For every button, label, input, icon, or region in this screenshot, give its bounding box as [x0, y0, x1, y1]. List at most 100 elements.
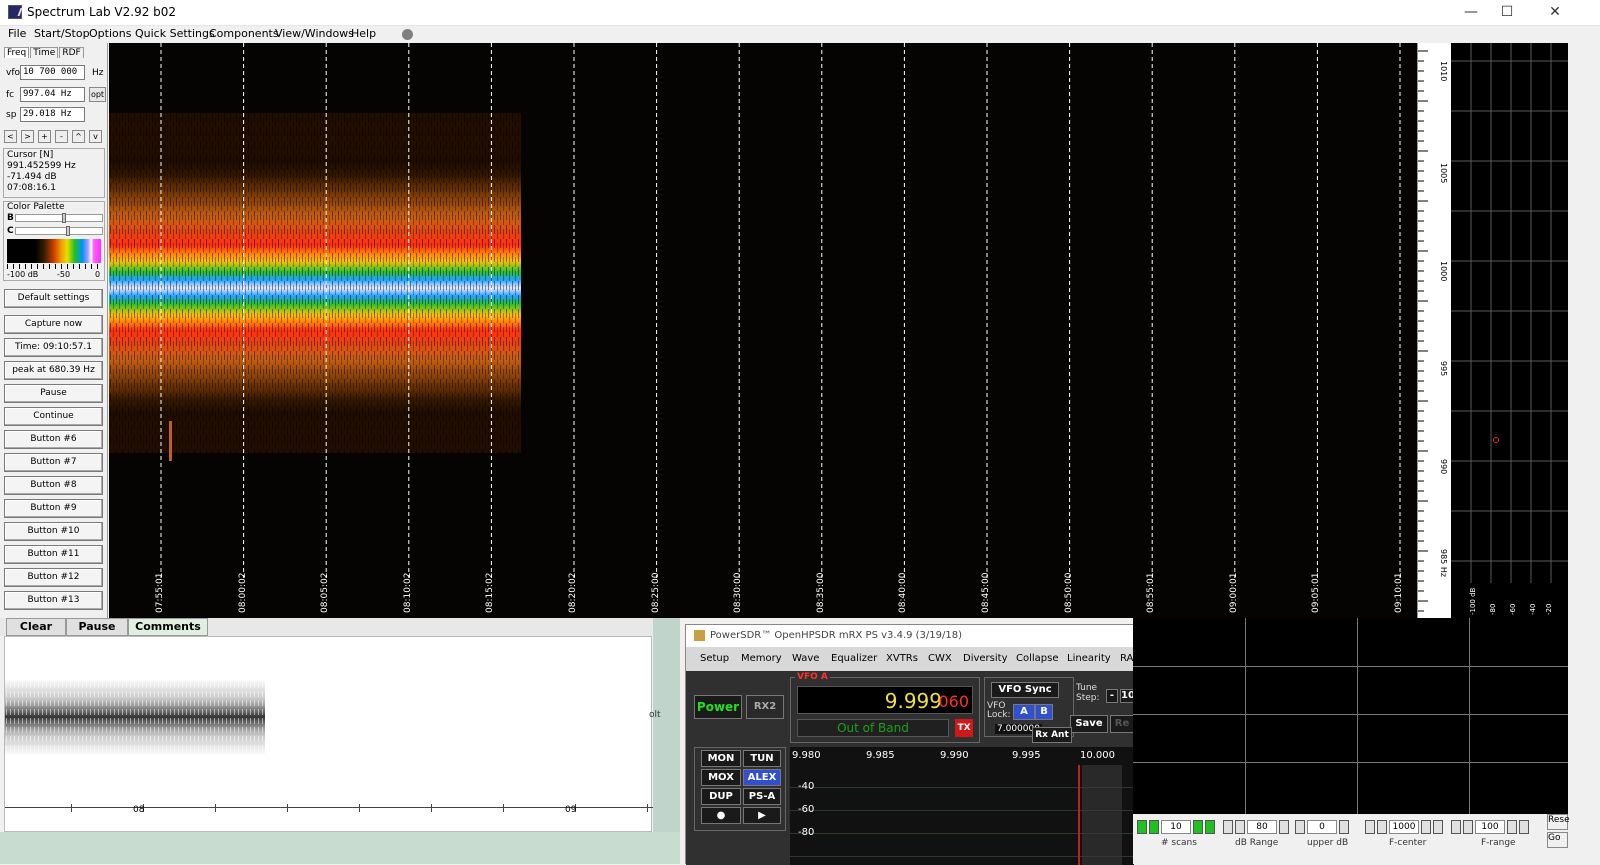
button-11[interactable]: Button #11: [4, 545, 103, 564]
shift-right-button[interactable]: >: [21, 130, 34, 143]
fcenter-next-button[interactable]: [1421, 820, 1431, 834]
comments-tab[interactable]: Comments: [128, 618, 208, 636]
shift-left-button[interactable]: <: [4, 130, 17, 143]
dup-button[interactable]: DUP: [701, 788, 741, 805]
mon-button[interactable]: MON: [701, 750, 741, 767]
button-8[interactable]: Button #8: [4, 476, 103, 495]
frange-last-button[interactable]: [1519, 820, 1529, 834]
psdr-menu-equalizer[interactable]: Equalizer: [831, 653, 877, 664]
upperdb-next-button[interactable]: [1339, 820, 1349, 834]
sp-input[interactable]: 29.018 Hz: [20, 107, 85, 122]
tab-rdf[interactable]: RDF: [59, 47, 84, 58]
alex-button[interactable]: ALEX: [743, 769, 781, 786]
fcenter-first-button[interactable]: [1365, 820, 1375, 834]
default-settings-button[interactable]: Default settings: [4, 289, 103, 308]
menu-options[interactable]: Options: [89, 27, 131, 40]
continue-button[interactable]: Continue: [4, 407, 103, 426]
vfo-a-lock-button[interactable]: A: [1013, 704, 1035, 720]
vfo-sync-button[interactable]: VFO Sync: [991, 682, 1059, 698]
zoom-in-button[interactable]: +: [38, 130, 51, 143]
tun-button[interactable]: TUN: [743, 750, 781, 767]
fc-opt-button[interactable]: opt: [89, 87, 106, 102]
psdr-menu-xvtrs[interactable]: XVTRs: [886, 653, 918, 664]
menu-help[interactable]: Help: [351, 27, 376, 40]
record-button[interactable]: ●: [701, 807, 741, 824]
fcenter-last-button[interactable]: [1433, 820, 1443, 834]
tx-button[interactable]: TX: [955, 719, 973, 737]
menu-components[interactable]: Components: [209, 27, 279, 40]
maximize-button[interactable]: ☐: [1484, 0, 1530, 26]
psdr-menu-setup[interactable]: Setup: [700, 653, 729, 664]
tab-freq[interactable]: Freq: [4, 47, 30, 58]
ps-a-button[interactable]: PS-A: [743, 788, 781, 805]
psdr-menu-linearity[interactable]: Linearity: [1067, 653, 1111, 664]
dbrange-input[interactable]: 80: [1247, 820, 1277, 834]
dbrange-prev-button[interactable]: [1235, 820, 1245, 834]
save-button[interactable]: Save: [1070, 715, 1108, 733]
brightness-thumb[interactable]: [62, 213, 66, 223]
dbrange-next-button[interactable]: [1279, 820, 1289, 834]
power-button[interactable]: Power: [694, 695, 742, 719]
scans-prev-button[interactable]: [1149, 820, 1159, 834]
contrast-slider[interactable]: C: [7, 226, 103, 236]
button-9[interactable]: Button #9: [4, 499, 103, 518]
frange-input[interactable]: 100: [1475, 820, 1505, 834]
mox-button[interactable]: MOX: [701, 769, 741, 786]
powersdr-spectrum[interactable]: 9.980 9.985 9.990 9.995 10.000 -40 -60 -…: [790, 747, 1134, 865]
button-7[interactable]: Button #7: [4, 453, 103, 472]
time-button[interactable]: Time: 09:10:57.1: [4, 338, 103, 357]
button-13[interactable]: Button #13: [4, 591, 103, 610]
rx2-button[interactable]: RX2: [746, 695, 784, 719]
powersdr-window[interactable]: PowerSDR™ OpenHPSDR mRX PS v3.4.9 (3/19/…: [685, 624, 1135, 865]
scans-next-button[interactable]: [1193, 820, 1203, 834]
dbrange-first-button[interactable]: [1223, 820, 1233, 834]
pause-tab-button[interactable]: Pause: [66, 618, 128, 636]
psdr-menu-diversity[interactable]: Diversity: [963, 653, 1008, 664]
zoom-out-button[interactable]: -: [55, 130, 68, 143]
tab-time[interactable]: Time: [30, 47, 59, 58]
brightness-track[interactable]: [15, 213, 103, 223]
peak-button[interactable]: peak at 680.39 Hz: [4, 361, 103, 380]
vfo-input[interactable]: 10 700 000: [20, 65, 85, 80]
reset-button[interactable]: Rese: [1547, 814, 1570, 830]
fcenter-input[interactable]: 1000: [1389, 820, 1419, 834]
upperdb-prev-button[interactable]: [1295, 820, 1305, 834]
psdr-menu-collapse[interactable]: Collapse: [1016, 653, 1059, 664]
play-button[interactable]: ▶: [743, 807, 781, 824]
up-button[interactable]: ^: [72, 130, 85, 143]
pause-button[interactable]: Pause: [4, 384, 103, 403]
psdr-menu-ra[interactable]: RA: [1120, 653, 1133, 664]
frange-first-button[interactable]: [1451, 820, 1461, 834]
re-button[interactable]: Re: [1110, 715, 1134, 733]
menu-view-windows[interactable]: View/Windows: [275, 27, 354, 40]
brightness-slider[interactable]: B: [7, 213, 103, 223]
fc-input[interactable]: 997.04 Hz: [20, 87, 85, 102]
amplitude-plot[interactable]: 08 09: [4, 636, 653, 832]
frange-next-button[interactable]: [1507, 820, 1517, 834]
psdr-menu-wave[interactable]: Wave: [792, 653, 819, 664]
scans-first-button[interactable]: [1137, 820, 1147, 834]
psdr-menu-cwx[interactable]: CWX: [928, 653, 952, 664]
button-12[interactable]: Button #12: [4, 568, 103, 587]
psdr-menu-memory[interactable]: Memory: [741, 653, 782, 664]
spectrogram-waterfall[interactable]: 07:55:01 08:00:02 08:05:02 08:10:02 08:15:02…: [109, 43, 1417, 618]
scans-last-button[interactable]: [1205, 820, 1215, 834]
menu-start-stop[interactable]: Start/Stop: [34, 27, 90, 40]
contrast-thumb[interactable]: [66, 226, 70, 236]
clear-button[interactable]: Clear: [6, 618, 66, 636]
contrast-track[interactable]: [15, 226, 103, 236]
close-button[interactable]: ✕: [1532, 0, 1578, 26]
vfo-a-frequency[interactable]: 9.999 060: [797, 686, 973, 714]
go-button[interactable]: Go: [1547, 832, 1568, 848]
menu-quick-settings[interactable]: Quick Settings: [135, 27, 215, 40]
scans-input[interactable]: 10: [1161, 820, 1191, 834]
upperdb-input[interactable]: 0: [1307, 820, 1337, 834]
button-10[interactable]: Button #10: [4, 522, 103, 541]
tune-step-minus[interactable]: -: [1106, 689, 1118, 703]
fcenter-prev-button[interactable]: [1377, 820, 1387, 834]
down-button[interactable]: v: [89, 130, 102, 143]
frange-prev-button[interactable]: [1463, 820, 1473, 834]
menu-file[interactable]: File: [8, 27, 26, 40]
button-6[interactable]: Button #6: [4, 430, 103, 449]
capture-now-button[interactable]: Capture now: [4, 315, 103, 334]
